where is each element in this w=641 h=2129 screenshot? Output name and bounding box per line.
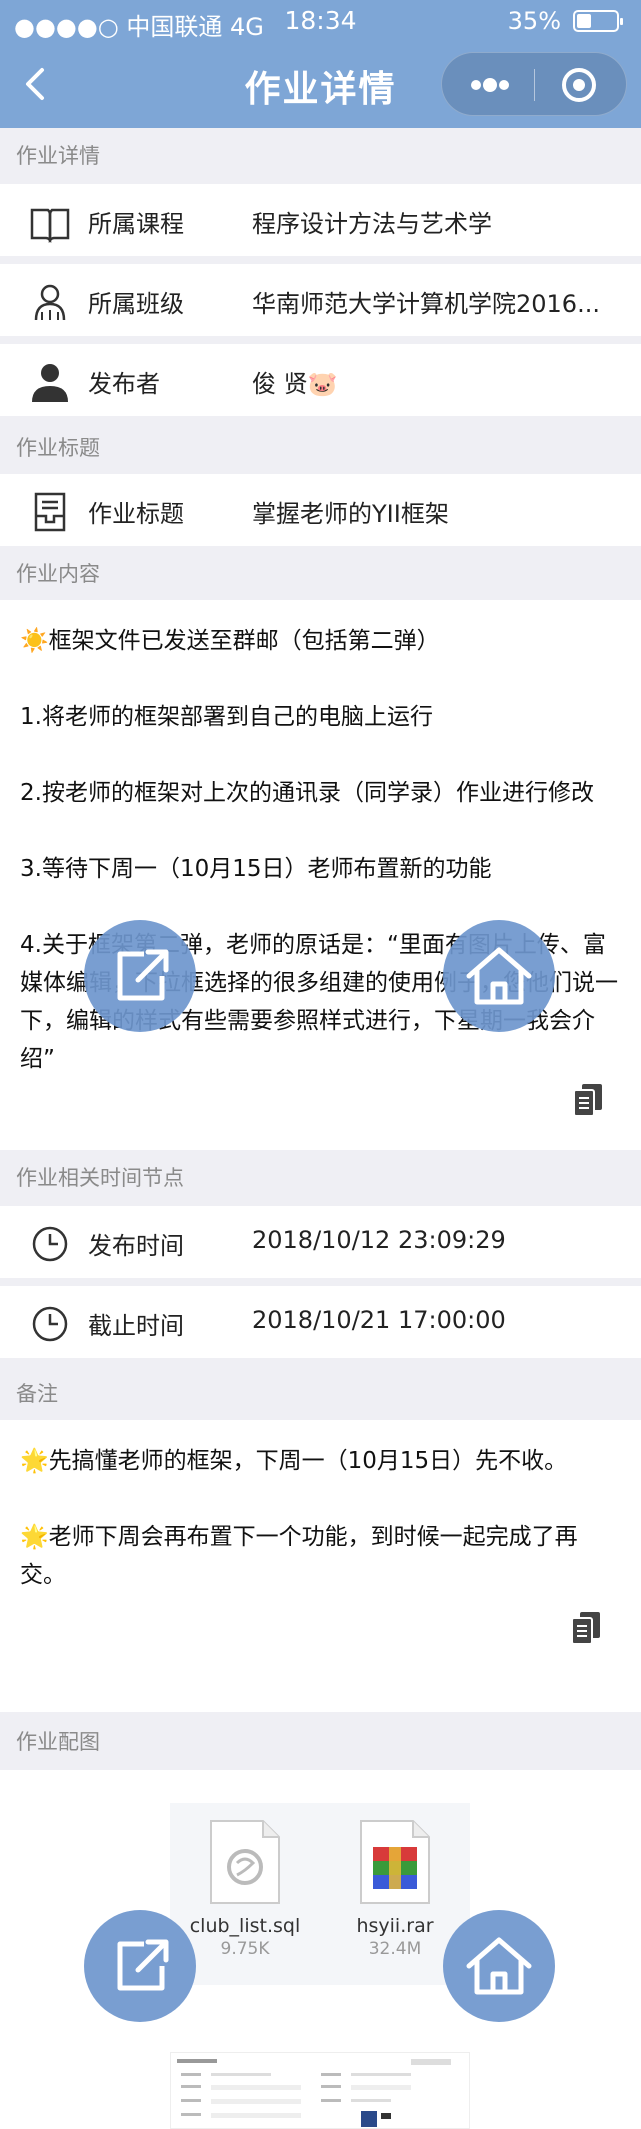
status-bar: ●●●●○ 中国联通 4G 18:34 35% xyxy=(0,0,641,42)
home-icon xyxy=(466,947,532,1005)
row-value: 2018/10/21 17:00:00 xyxy=(252,1306,506,1334)
copy-icon[interactable] xyxy=(570,1610,602,1646)
rar-file-icon xyxy=(360,1820,430,1904)
remark-block: 🌟先搞懂老师的框架，下周一（10月15日）先不收。 🌟老师下周会再布置下一个功能… xyxy=(0,1420,641,1712)
row-label: 所属课程 xyxy=(88,210,184,238)
more-button[interactable] xyxy=(442,53,534,117)
close-miniprogram-button[interactable] xyxy=(535,53,627,117)
capsule-menu xyxy=(441,52,627,116)
row-value: 2018/10/12 23:09:29 xyxy=(252,1226,506,1254)
row-label: 截止时间 xyxy=(88,1312,184,1340)
share-float-button[interactable] xyxy=(84,920,196,1032)
row-label: 作业标题 xyxy=(88,500,184,528)
home-float-button[interactable] xyxy=(443,1910,555,2022)
copy-icon[interactable] xyxy=(572,1082,604,1118)
row-deadline: 截止时间 2018/10/21 17:00:00 xyxy=(0,1286,641,1358)
share-icon xyxy=(117,949,169,1001)
row-label: 所属班级 xyxy=(88,290,184,318)
row-value: 华南师范大学计算机学院2016... xyxy=(252,290,600,318)
content-paragraph: 3.等待下周一（10月15日）老师布置新的功能 xyxy=(20,856,492,882)
class-icon xyxy=(34,284,66,321)
row-value: 掌握老师的YII框架 xyxy=(252,500,449,528)
remark-paragraph: 🌟老师下周会再布置下一个功能，到时候一起完成了再交。 xyxy=(20,1524,578,1588)
row-title: 作业标题 掌握老师的YII框架 xyxy=(0,474,641,546)
book-icon xyxy=(30,208,70,244)
person-icon xyxy=(32,364,68,402)
row-publish-time: 发布时间 2018/10/12 23:09:29 xyxy=(0,1206,641,1278)
share-float-button[interactable] xyxy=(84,1910,196,2022)
row-label: 发布者 xyxy=(88,370,160,398)
content-paragraph: 1.将老师的框架部署到自己的电脑上运行 xyxy=(20,704,433,730)
nav-bar: 作业详情 xyxy=(0,42,641,128)
document-icon xyxy=(34,492,66,532)
home-icon xyxy=(466,1937,532,1995)
screenshot-thumbnail xyxy=(177,2059,451,2127)
content-paragraph: 2.按老师的框架对上次的通讯录（同学录）作业进行修改 xyxy=(20,780,594,806)
home-float-button[interactable] xyxy=(443,920,555,1032)
row-publisher: 发布者 俊 贤🐷 xyxy=(0,344,641,416)
section-header-title: 作业标题 xyxy=(0,420,641,476)
row-class: 所属班级 华南师范大学计算机学院2016... xyxy=(0,264,641,336)
section-header-detail: 作业详情 xyxy=(0,128,641,184)
clock-icon xyxy=(32,1306,68,1342)
more-icon xyxy=(471,78,509,92)
section-header-time: 作业相关时间节点 xyxy=(0,1150,641,1206)
row-value: 程序设计方法与艺术学 xyxy=(252,210,492,238)
remark-paragraph: 🌟先搞懂老师的框架，下周一（10月15日）先不收。 xyxy=(20,1448,568,1474)
clock-icon xyxy=(32,1226,68,1262)
attachment-item[interactable]: club_list.sql 9.75K xyxy=(180,1819,310,1959)
section-header-images: 作业配图 xyxy=(0,1714,641,1770)
share-icon xyxy=(117,1939,169,1991)
row-course: 所属课程 程序设计方法与艺术学 xyxy=(0,184,641,256)
section-header-content: 作业内容 xyxy=(0,546,641,602)
image-thumbnail[interactable] xyxy=(170,2052,470,2129)
attachment-name: hsyii.rar xyxy=(356,1915,434,1937)
attachments-card: club_list.sql 9.75K hsyii.rar 32.4M xyxy=(170,1803,470,1985)
section-header-remark: 备注 xyxy=(0,1366,641,1422)
battery-percent: 35% xyxy=(507,7,561,35)
battery-icon xyxy=(573,10,623,32)
attachment-size: 32.4M xyxy=(368,1939,422,1959)
content-block: ☀️框架文件已发送至群邮（包括第二弹） 1.将老师的框架部署到自己的电脑上运行 … xyxy=(0,600,641,1150)
sql-file-icon xyxy=(210,1820,280,1904)
row-label: 发布时间 xyxy=(88,1232,184,1260)
row-value: 俊 贤🐷 xyxy=(252,370,338,398)
attachment-size: 9.75K xyxy=(220,1939,270,1959)
target-icon xyxy=(562,68,596,102)
attachment-name: club_list.sql xyxy=(189,1915,301,1937)
content-paragraph: ☀️框架文件已发送至群邮（包括第二弹） xyxy=(20,628,440,654)
attachment-item[interactable]: hsyii.rar 32.4M xyxy=(330,1819,460,1959)
